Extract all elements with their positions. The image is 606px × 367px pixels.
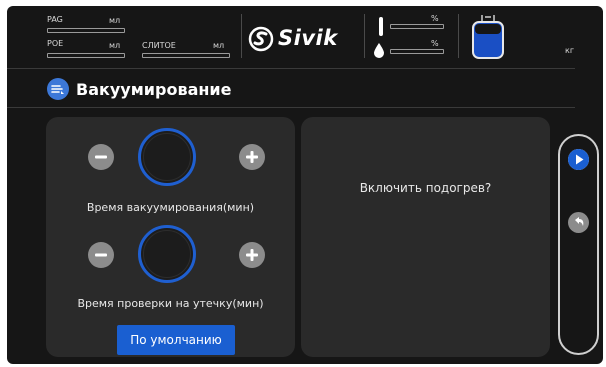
start-button[interactable] <box>568 149 589 170</box>
minus-icon <box>95 155 107 159</box>
brand-logo: Sivik <box>248 26 358 54</box>
default-button[interactable]: По умолчанию <box>117 325 235 355</box>
heating-panel: Включить подогрев? <box>301 117 550 357</box>
pct-bottom-unit: % <box>431 39 439 48</box>
minus-icon <box>95 253 107 257</box>
pag-label: PAG <box>47 15 63 24</box>
temperature-level-bar <box>390 24 444 29</box>
vacuum-time-increase-button[interactable] <box>239 144 265 170</box>
play-icon <box>568 149 589 170</box>
side-navigation <box>558 134 599 355</box>
drain-unit: мл <box>213 41 225 50</box>
pag-level-bar <box>47 28 125 33</box>
vacuum-time-decrease-button[interactable] <box>88 144 114 170</box>
vacuum-time-label: Время вакуумирования(мин) <box>86 201 255 214</box>
heating-question: Включить подогрев? <box>359 181 492 195</box>
leak-test-decrease-button[interactable] <box>88 242 114 268</box>
title-underline <box>7 107 575 108</box>
leak-test-label: Время проверки на утечку(мин) <box>77 297 264 310</box>
drain-level-bar <box>142 53 230 58</box>
weight-unit: кг <box>565 46 575 55</box>
thermometer-icon <box>379 17 383 36</box>
drain-label: СЛИТОЕ <box>142 41 176 50</box>
poe-level-bar <box>47 53 125 58</box>
header-divider <box>364 14 365 58</box>
back-button[interactable] <box>568 212 589 233</box>
pct-top-unit: % <box>431 14 439 23</box>
brand-logo-icon <box>248 26 274 52</box>
header-divider <box>458 14 459 58</box>
poe-unit: мл <box>109 41 121 50</box>
droplet-icon <box>374 43 384 58</box>
header-bottom-line <box>7 68 575 69</box>
vacuum-time-dial[interactable] <box>138 128 196 186</box>
leak-test-dial[interactable] <box>138 225 196 283</box>
pag-unit: мл <box>109 16 121 25</box>
plus-icon <box>246 249 258 261</box>
vacuum-icon <box>47 78 69 100</box>
tank-icon <box>472 15 504 59</box>
plus-icon <box>246 151 258 163</box>
back-arrow-icon <box>575 217 584 226</box>
settings-panel: Время вакуумирования(мин) Время проверки… <box>46 117 295 357</box>
header-divider <box>241 14 242 58</box>
brand-name: Sivik <box>278 26 338 50</box>
page-title: Вакуумирование <box>76 80 232 99</box>
app-screen: PAG мл POE мл СЛИТОЕ мл Sivik % % кг Вак… <box>7 6 603 364</box>
liquid-level-bar <box>390 49 444 54</box>
poe-label: POE <box>47 39 64 48</box>
leak-test-increase-button[interactable] <box>239 242 265 268</box>
